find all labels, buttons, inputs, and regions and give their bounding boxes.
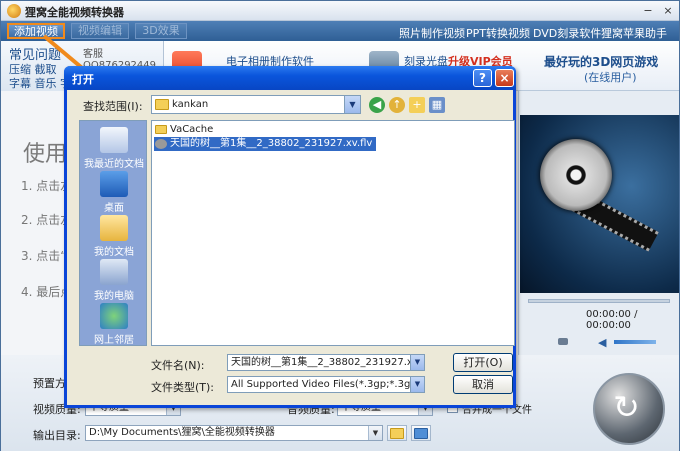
file-item-video[interactable]: 天国的树__第1集__2_38802_231927.xv.flv	[154, 137, 377, 151]
file-name: 天国的树__第1集__2_38802_231927.xv.flv	[170, 138, 373, 149]
snapshot-icon[interactable]	[558, 338, 568, 345]
look-in-label: 查找范围(I):	[83, 100, 143, 113]
chevron-down-icon: ▼	[368, 426, 382, 440]
ppt-video-link[interactable]: PPT转换视频	[466, 25, 530, 41]
add-video-button[interactable]: 添加视频	[7, 23, 65, 39]
places-bar: 我最近的文档 桌面 我的文档 我的电脑 网上邻居	[79, 120, 147, 346]
place-desktop[interactable]: 桌面	[80, 171, 148, 214]
open-button[interactable]: 打开(O)	[453, 353, 513, 372]
volume-icon[interactable]: ◀	[598, 336, 606, 349]
filetype-select[interactable]: All Supported Video Files(*.3gp;*.3gp ▼	[227, 376, 425, 393]
network-icon	[100, 303, 128, 329]
output-dir-label: 输出目录:	[33, 429, 81, 442]
my-computer-icon	[100, 259, 128, 285]
main-toolbar: 添加视频 视频编辑 3D效果 照片制作视频 PPT转换视频 DVD刻录软件 狸窝…	[1, 21, 679, 41]
dialog-titlebar: 打开 ? ×	[64, 66, 516, 90]
seek-bar[interactable]	[528, 299, 670, 303]
place-label: 我的文档	[94, 247, 134, 258]
place-my-computer[interactable]: 我的电脑	[80, 259, 148, 302]
place-network[interactable]: 网上邻居	[80, 303, 148, 346]
dialog-help-button[interactable]: ?	[473, 69, 492, 87]
app-title: 狸窝全能视频转换器	[25, 6, 124, 19]
file-item-folder[interactable]: VaCache	[154, 123, 213, 137]
file-name: VaCache	[170, 124, 214, 135]
guide-title: 使用	[23, 142, 68, 167]
output-dir-value: D:\My Documents\狸窝\全能视频转换器	[89, 427, 275, 438]
playback-time: 00:00:00 / 00:00:00	[586, 309, 638, 331]
app-titlebar: 狸窝全能视频转换器 − ×	[1, 1, 679, 21]
place-my-documents[interactable]: 我的文档	[80, 215, 148, 258]
chevron-down-icon: ▼	[344, 96, 360, 113]
photo-video-link[interactable]: 照片制作视频	[399, 25, 465, 41]
guide-step-3: 3. 点击“	[21, 249, 67, 263]
dialog-title: 打开	[72, 73, 94, 86]
open-file-dialog: 打开 ? × 查找范围(I): kankan ▼ ◀ ↑ + ▦ 我最近的文档 …	[64, 66, 516, 408]
video-preview-panel: 00:00:00 / 00:00:00 ◀	[520, 91, 679, 355]
filetype-label: 文件类型(T):	[151, 381, 215, 394]
filetype-value: All Supported Video Files(*.3gp;*.3gp	[231, 379, 417, 390]
file-list: VaCache 天国的树__第1集__2_38802_231927.xv.flv	[151, 120, 515, 346]
app-logo-icon	[7, 4, 21, 18]
place-label: 桌面	[104, 203, 124, 214]
volume-slider[interactable]	[614, 340, 656, 344]
preview-screen	[520, 115, 679, 293]
view-menu-icon[interactable]: ▦	[429, 97, 445, 113]
close-button[interactable]: ×	[661, 4, 675, 18]
folder-icon	[155, 125, 167, 134]
video-file-icon	[155, 139, 167, 149]
apple-helper-link[interactable]: 狸窝苹果助手	[601, 25, 667, 41]
video-edit-button[interactable]: 视频编辑	[71, 23, 129, 39]
cancel-button[interactable]: 取消	[453, 375, 513, 394]
filename-input[interactable]: 天国的树__第1集__2_38802_231927.xv.flv ▼	[227, 354, 425, 371]
filename-label: 文件名(N):	[151, 359, 205, 372]
new-folder-icon[interactable]: +	[409, 97, 425, 113]
recent-documents-icon	[100, 127, 128, 153]
back-icon[interactable]: ◀	[369, 97, 385, 113]
folder-open-icon	[414, 428, 428, 439]
browse-folder-button[interactable]	[387, 425, 407, 441]
film-reel-graphic	[540, 139, 612, 211]
folder-icon	[390, 428, 404, 439]
filename-value: 天国的树__第1集__2_38802_231927.xv.flv	[231, 357, 425, 368]
folder-icon	[155, 99, 169, 110]
dvd-burn-link[interactable]: DVD刻录软件	[533, 25, 601, 41]
output-dir-select[interactable]: D:\My Documents\狸窝\全能视频转换器 ▼	[85, 425, 383, 441]
3d-effect-button[interactable]: 3D效果	[135, 23, 187, 39]
minimize-button[interactable]: −	[641, 4, 655, 18]
dialog-close-button[interactable]: ×	[495, 69, 514, 87]
chevron-down-icon: ▼	[410, 377, 424, 392]
look-in-select[interactable]: kankan ▼	[151, 95, 361, 114]
chevron-down-icon: ▼	[410, 355, 424, 370]
desktop-icon	[100, 171, 128, 197]
look-in-value: kankan	[172, 99, 209, 110]
my-documents-icon	[100, 215, 128, 241]
up-folder-icon[interactable]: ↑	[389, 97, 405, 113]
place-label: 网上邻居	[94, 335, 134, 346]
faq-links-row-2[interactable]: 字幕 音乐 字	[9, 75, 71, 91]
place-recent[interactable]: 我最近的文档	[80, 127, 148, 170]
place-label: 我最近的文档	[84, 159, 144, 170]
open-folder-button[interactable]	[411, 425, 431, 441]
place-label: 我的电脑	[94, 291, 134, 302]
game-ad-subtitle: (在线用户)	[584, 71, 637, 84]
game-ad-title[interactable]: 最好玩的3D网页游戏	[544, 53, 658, 70]
convert-arrow-icon: ↻	[613, 388, 640, 426]
